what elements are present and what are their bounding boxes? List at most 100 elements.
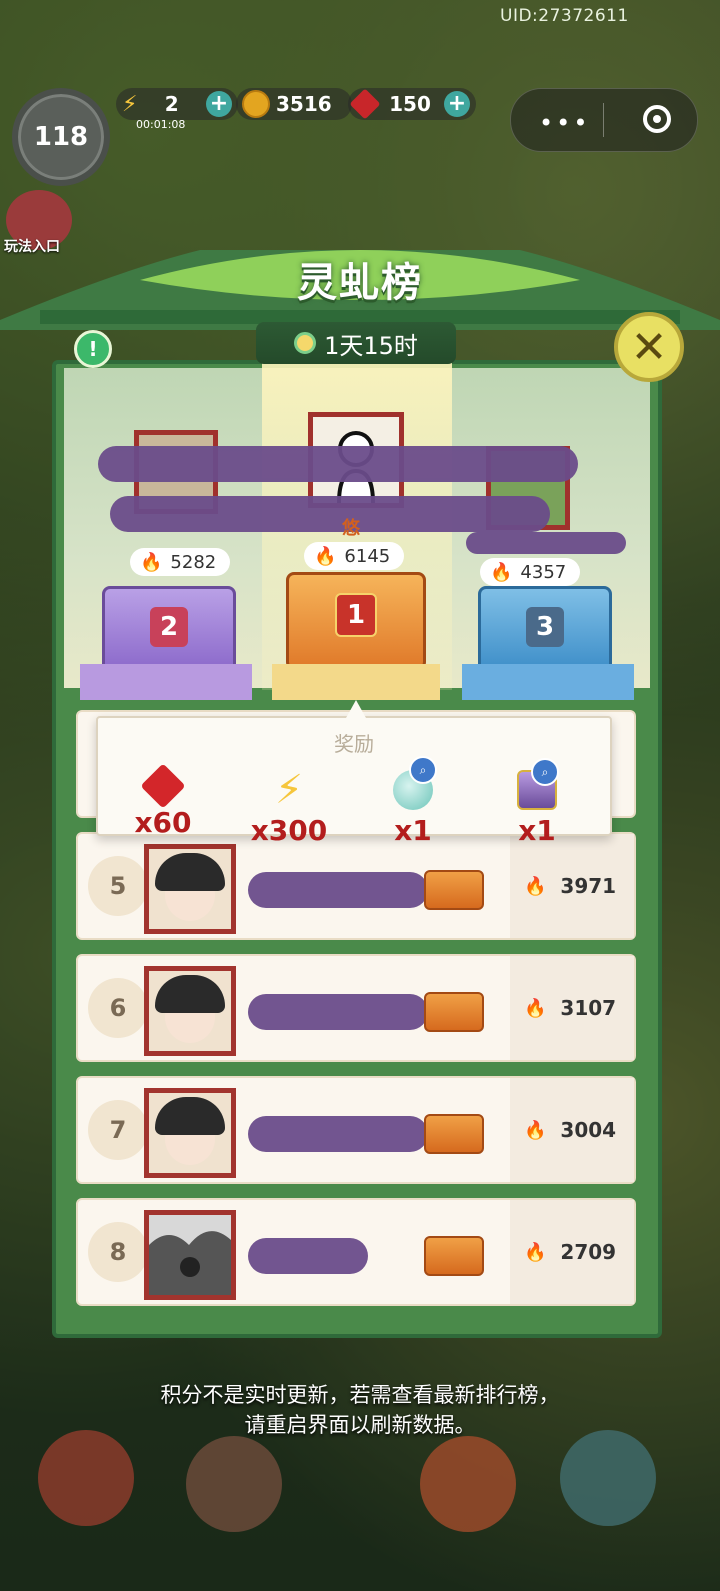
table-row[interactable]: 5 🔥 3971 bbox=[76, 832, 636, 940]
reward-item[interactable]: ⌕ x1 bbox=[492, 758, 582, 847]
treasure-chest-icon: ⌕ bbox=[517, 758, 559, 810]
score-cell: 🔥 3971 bbox=[510, 834, 634, 938]
avatar[interactable] bbox=[144, 844, 236, 934]
energy-value: 2 bbox=[164, 92, 179, 116]
rank-number: 8 bbox=[88, 1222, 148, 1282]
reward-chest-icon[interactable] bbox=[424, 992, 484, 1032]
energy-counter: ⚡ 2 + bbox=[116, 88, 238, 120]
score-cell: 🔥 3107 bbox=[510, 956, 634, 1060]
ruby-icon bbox=[140, 763, 186, 809]
reward-item[interactable]: ⚡ x300 bbox=[244, 770, 334, 847]
reward-popup-title: 奖励 bbox=[334, 732, 374, 756]
rank-1-chest[interactable]: 1 bbox=[286, 572, 426, 670]
score-cell: 🔥 2709 bbox=[510, 1200, 634, 1304]
magnifier-icon[interactable]: ⌕ bbox=[531, 758, 559, 786]
podium-2-score-value: 5282 bbox=[170, 551, 217, 573]
reward-qty: x60 bbox=[134, 806, 192, 839]
podium-2-base bbox=[80, 664, 252, 700]
podium-3-base bbox=[462, 664, 634, 700]
redacted-name bbox=[248, 994, 428, 1030]
table-row[interactable]: 6 🔥 3107 bbox=[76, 954, 636, 1062]
rank-3-chest[interactable]: 3 bbox=[478, 586, 612, 672]
reward-qty: x1 bbox=[518, 814, 556, 847]
table-row[interactable]: 7 🔥 3004 bbox=[76, 1076, 636, 1184]
rank-number: 5 bbox=[88, 856, 148, 916]
miniprogram-capsule: ••• bbox=[510, 88, 698, 152]
redacted-name bbox=[248, 872, 428, 908]
player-level-badge[interactable]: 118 bbox=[12, 88, 110, 186]
add-energy-button[interactable]: + bbox=[206, 91, 232, 117]
flame-icon: 🔥 bbox=[524, 1119, 547, 1141]
flame-icon: 🔥 bbox=[140, 551, 163, 573]
exit-miniprogram-icon[interactable] bbox=[643, 105, 671, 133]
podium-1-score: 🔥 6145 bbox=[304, 542, 404, 570]
magnifier-icon[interactable]: ⌕ bbox=[409, 756, 437, 784]
flame-icon: 🔥 bbox=[490, 561, 513, 583]
gem-counter: 150 + bbox=[348, 88, 476, 120]
reward-chest-icon[interactable] bbox=[424, 870, 484, 910]
clock-icon bbox=[294, 332, 317, 354]
avatar[interactable] bbox=[144, 1088, 236, 1178]
score-value: 2709 bbox=[560, 1240, 617, 1264]
close-button[interactable]: ✕ bbox=[614, 312, 684, 382]
coin-icon bbox=[242, 90, 270, 118]
energy-bolt-icon: ⚡ bbox=[274, 767, 304, 813]
season-countdown: 1天15时 bbox=[256, 322, 456, 364]
podium-3-score: 🔥 4357 bbox=[480, 558, 580, 586]
book-icon[interactable] bbox=[38, 1430, 134, 1526]
rank-number: 6 bbox=[88, 978, 148, 1038]
reward-qty: x1 bbox=[394, 814, 432, 847]
gem-value: 150 bbox=[389, 92, 431, 116]
flame-icon: 🔥 bbox=[314, 545, 337, 567]
podium-1-base bbox=[272, 664, 440, 700]
character-icon[interactable] bbox=[186, 1436, 282, 1532]
countdown-text: 1天15时 bbox=[324, 331, 418, 360]
podium-3-score-value: 4357 bbox=[520, 561, 567, 583]
redacted-name bbox=[466, 532, 626, 554]
reward-item[interactable]: ⌕ x1 bbox=[368, 756, 458, 847]
refresh-notice-line-1: 积分不是实时更新，若需查看最新排行榜， bbox=[160, 1383, 560, 1407]
redacted-name bbox=[110, 496, 550, 532]
reward-qty: x300 bbox=[250, 814, 328, 847]
coin-counter: 3516 bbox=[236, 88, 352, 120]
podium-1-name-char: 悠 bbox=[342, 518, 360, 539]
score-value: 3107 bbox=[560, 996, 617, 1020]
redacted-name bbox=[248, 1116, 428, 1152]
rank-2-number: 2 bbox=[150, 607, 188, 647]
capsule-divider bbox=[603, 103, 604, 137]
rank-3-number: 3 bbox=[526, 607, 564, 647]
shop-icon[interactable] bbox=[420, 1436, 516, 1532]
table-row[interactable]: 8 🔥 2709 bbox=[76, 1198, 636, 1306]
flame-icon: 🔥 bbox=[524, 875, 547, 897]
redacted-name bbox=[248, 1238, 368, 1274]
coin-value: 3516 bbox=[276, 92, 332, 116]
rules-info-button[interactable]: ! bbox=[74, 330, 112, 368]
score-value: 3971 bbox=[560, 874, 617, 898]
avatar[interactable] bbox=[144, 966, 236, 1056]
reward-chest-icon[interactable] bbox=[424, 1236, 484, 1276]
uid-label: UID:27372611 bbox=[500, 6, 629, 26]
add-gem-button[interactable]: + bbox=[444, 91, 470, 117]
rank-1-number: 1 bbox=[335, 593, 377, 637]
ink-painting-avatar-icon bbox=[149, 1231, 231, 1295]
avatar[interactable] bbox=[144, 1210, 236, 1300]
leaderboard-title: 灵虬榜 bbox=[297, 260, 423, 306]
rank-2-chest[interactable]: 2 bbox=[102, 586, 236, 672]
reward-item[interactable]: x60 bbox=[118, 763, 208, 839]
score-value: 3004 bbox=[560, 1118, 617, 1142]
jade-cloud-icon: ⌕ bbox=[393, 756, 437, 810]
rank-number: 7 bbox=[88, 1100, 148, 1160]
more-menu-icon[interactable]: ••• bbox=[539, 109, 590, 137]
energy-timer: 00:01:08 bbox=[136, 118, 186, 131]
flame-icon: 🔥 bbox=[524, 1241, 547, 1263]
teapot-icon[interactable] bbox=[560, 1430, 656, 1526]
reward-chest-icon[interactable] bbox=[424, 1114, 484, 1154]
gem-icon bbox=[349, 88, 381, 120]
redacted-name bbox=[98, 446, 578, 482]
energy-bolt-icon: ⚡ bbox=[122, 91, 138, 117]
podium-1-score-value: 6145 bbox=[344, 545, 391, 567]
flame-icon: 🔥 bbox=[524, 997, 547, 1019]
score-cell: 🔥 3004 bbox=[510, 1078, 634, 1182]
reward-popup: 奖励 x60 ⚡ x300 ⌕ x1 ⌕ x1 bbox=[96, 700, 612, 847]
podium-2-score: 🔥 5282 bbox=[130, 548, 230, 576]
